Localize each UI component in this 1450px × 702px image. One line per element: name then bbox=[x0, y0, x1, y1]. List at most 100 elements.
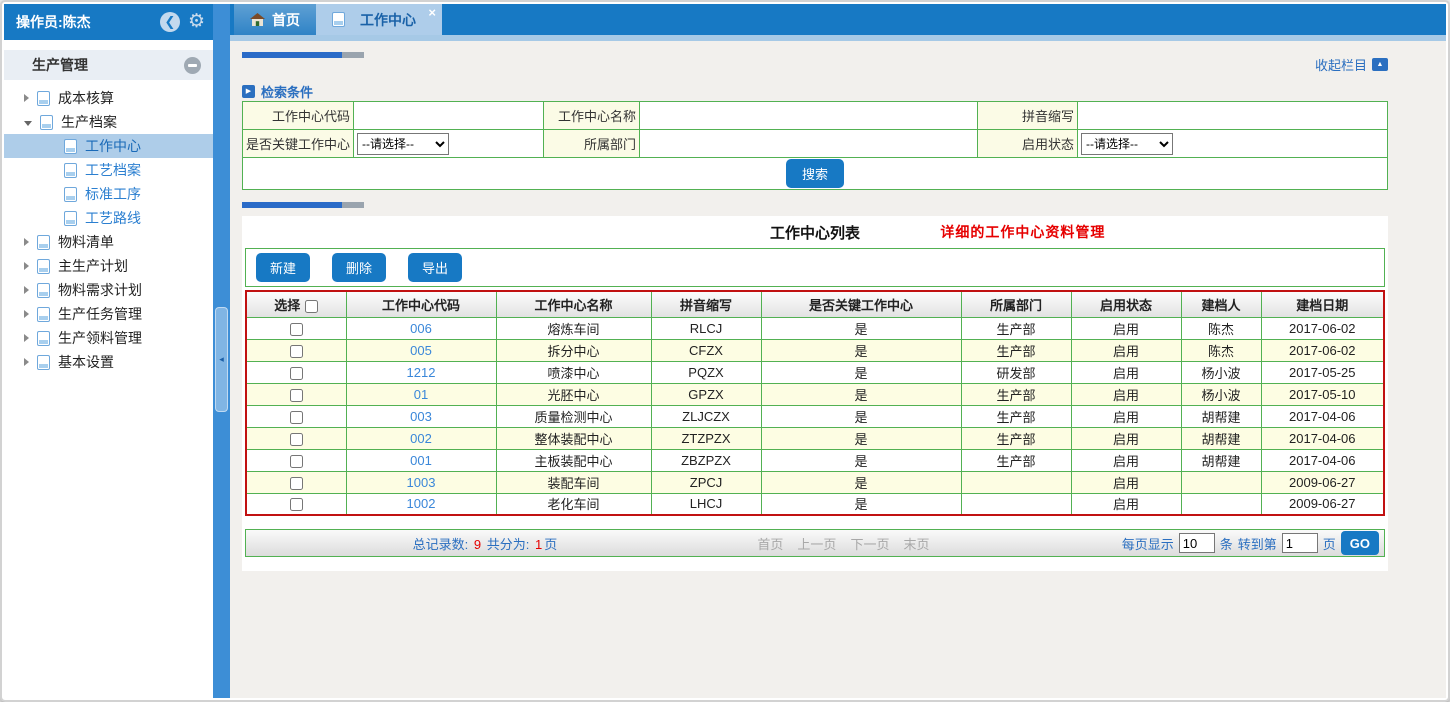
label-key-work-center: 是否关键工作中心 bbox=[243, 130, 354, 158]
cell: CFZX bbox=[651, 339, 761, 361]
document-icon bbox=[37, 259, 50, 274]
cell: 启用 bbox=[1071, 405, 1181, 427]
sidebar-item-主生产计划[interactable]: 主生产计划 bbox=[4, 254, 213, 278]
row-checkbox[interactable] bbox=[290, 411, 303, 424]
expanded-arrow-icon[interactable] bbox=[24, 121, 32, 126]
sidebar-item-生产任务管理[interactable]: 生产任务管理 bbox=[4, 302, 213, 326]
collapse-section-link[interactable]: 收起栏目 ▲ bbox=[1315, 55, 1388, 74]
sidebar-item-label: 物料需求计划 bbox=[58, 280, 142, 300]
department-input[interactable] bbox=[643, 134, 967, 154]
go-button[interactable]: GO bbox=[1341, 531, 1379, 555]
row-checkbox[interactable] bbox=[290, 498, 303, 511]
work-center-code-link[interactable]: 1003 bbox=[346, 471, 496, 493]
work-center-name-input[interactable] bbox=[643, 106, 967, 126]
pinyin-input[interactable] bbox=[1081, 106, 1378, 126]
sidebar-item-工作中心[interactable]: 工作中心 bbox=[4, 134, 213, 158]
enable-status-select[interactable]: --请选择-- bbox=[1081, 133, 1173, 155]
pagination-nav: 首页上一页下一页末页 bbox=[724, 534, 963, 553]
sidebar-collapse-handle[interactable]: ◂ bbox=[215, 307, 228, 412]
work-center-code-link[interactable]: 003 bbox=[346, 405, 496, 427]
collapsed-arrow-icon[interactable] bbox=[24, 238, 29, 246]
goto-page-input[interactable] bbox=[1282, 533, 1318, 553]
collapsed-arrow-icon[interactable] bbox=[24, 310, 29, 318]
document-icon bbox=[64, 139, 77, 154]
work-center-code-link[interactable]: 1002 bbox=[346, 493, 496, 515]
label-department: 所属部门 bbox=[544, 130, 640, 158]
sidebar-item-物料清单[interactable]: 物料清单 bbox=[4, 230, 213, 254]
cell: ZPCJ bbox=[651, 471, 761, 493]
per-page-input[interactable] bbox=[1179, 533, 1215, 553]
sidebar-item-基本设置[interactable]: 基本设置 bbox=[4, 350, 213, 374]
minus-circle-icon[interactable] bbox=[184, 57, 201, 74]
toolbar-button-新建[interactable]: 新建 bbox=[256, 253, 310, 282]
record-summary: 总记录数: 9 共分为: 1页 bbox=[246, 534, 724, 553]
pagination-link-首页[interactable]: 首页 bbox=[757, 534, 783, 553]
work-center-code-link[interactable]: 001 bbox=[346, 449, 496, 471]
cell: 胡帮建 bbox=[1181, 449, 1261, 471]
row-checkbox[interactable] bbox=[290, 389, 303, 402]
table-row: 01光胚中心GPZX是生产部启用杨小波2017-05-10 bbox=[246, 383, 1384, 405]
select-all-checkbox[interactable] bbox=[305, 300, 318, 313]
tab-home[interactable]: 首页 bbox=[234, 4, 316, 35]
row-checkbox[interactable] bbox=[290, 455, 303, 468]
collapsed-arrow-icon[interactable] bbox=[24, 334, 29, 342]
sidebar-panel-header: 生产管理 bbox=[4, 50, 213, 80]
cell: 2009-06-27 bbox=[1261, 471, 1384, 493]
list-panel: 工作中心列表 详细的工作中心资料管理 新建删除导出 选择工作中心代码工作中心名称… bbox=[242, 216, 1388, 571]
cell: 质量检测中心 bbox=[496, 405, 651, 427]
sidebar-item-生产档案[interactable]: 生产档案 bbox=[4, 110, 213, 134]
section-arrow-icon[interactable]: ▶ bbox=[242, 85, 255, 98]
cell: 老化车间 bbox=[496, 493, 651, 515]
document-icon bbox=[64, 187, 77, 202]
cell: 生产部 bbox=[961, 449, 1071, 471]
cell: 光胚中心 bbox=[496, 383, 651, 405]
tab-work-center[interactable]: 工作中心× bbox=[316, 4, 442, 35]
cell: 生产部 bbox=[961, 383, 1071, 405]
document-icon bbox=[37, 307, 50, 322]
work-center-code-input[interactable] bbox=[357, 106, 536, 126]
key-work-center-select[interactable]: --请选择-- bbox=[357, 133, 449, 155]
row-checkbox[interactable] bbox=[290, 367, 303, 380]
row-checkbox[interactable] bbox=[290, 477, 303, 490]
sidebar-item-工艺路线[interactable]: 工艺路线 bbox=[4, 206, 213, 230]
cell: 2017-04-06 bbox=[1261, 427, 1384, 449]
sidebar-item-生产领料管理[interactable]: 生产领料管理 bbox=[4, 326, 213, 350]
tab-label: 首页 bbox=[272, 10, 300, 30]
row-checkbox[interactable] bbox=[290, 323, 303, 336]
pagination-bar: 总记录数: 9 共分为: 1页 首页上一页下一页末页 每页显示 条 转到第 页 … bbox=[245, 529, 1385, 557]
pagination-link-上一页[interactable]: 上一页 bbox=[797, 534, 836, 553]
toolbar-button-删除[interactable]: 删除 bbox=[332, 253, 386, 282]
work-center-code-link[interactable]: 005 bbox=[346, 339, 496, 361]
sidebar-item-标准工序[interactable]: 标准工序 bbox=[4, 182, 213, 206]
collapsed-arrow-icon[interactable] bbox=[24, 94, 29, 102]
toolbar-button-导出[interactable]: 导出 bbox=[408, 253, 462, 282]
column-header: 建档人 bbox=[1181, 291, 1261, 317]
pagination-link-末页[interactable]: 末页 bbox=[903, 534, 929, 553]
work-center-code-link[interactable]: 006 bbox=[346, 317, 496, 339]
search-button[interactable]: 搜索 bbox=[786, 159, 844, 188]
cell bbox=[1181, 471, 1261, 493]
sidebar-item-物料需求计划[interactable]: 物料需求计划 bbox=[4, 278, 213, 302]
gear-icon[interactable]: ⚙ bbox=[188, 12, 205, 32]
cell: 是 bbox=[761, 405, 961, 427]
pagination-link-下一页[interactable]: 下一页 bbox=[850, 534, 889, 553]
collapsed-arrow-icon[interactable] bbox=[24, 262, 29, 270]
document-icon bbox=[37, 91, 50, 106]
operator-bar: 操作员:陈杰 ❮ ⚙ bbox=[4, 4, 213, 40]
cell: RLCJ bbox=[651, 317, 761, 339]
cell: 2017-06-02 bbox=[1261, 339, 1384, 361]
collapsed-arrow-icon[interactable] bbox=[24, 286, 29, 294]
work-center-code-link[interactable]: 1212 bbox=[346, 361, 496, 383]
row-checkbox[interactable] bbox=[290, 433, 303, 446]
column-header: 建档日期 bbox=[1261, 291, 1384, 317]
collapse-sidebar-icon[interactable]: ❮ bbox=[160, 12, 180, 32]
sidebar-item-工艺档案[interactable]: 工艺档案 bbox=[4, 158, 213, 182]
work-center-code-link[interactable]: 002 bbox=[346, 427, 496, 449]
collapsed-arrow-icon[interactable] bbox=[24, 358, 29, 366]
row-checkbox[interactable] bbox=[290, 345, 303, 358]
table-row: 006熔炼车间RLCJ是生产部启用陈杰2017-06-02 bbox=[246, 317, 1384, 339]
sidebar-item-成本核算[interactable]: 成本核算 bbox=[4, 86, 213, 110]
close-icon[interactable]: × bbox=[428, 5, 436, 20]
sidebar-panel-title: 生产管理 bbox=[32, 55, 184, 75]
work-center-code-link[interactable]: 01 bbox=[346, 383, 496, 405]
